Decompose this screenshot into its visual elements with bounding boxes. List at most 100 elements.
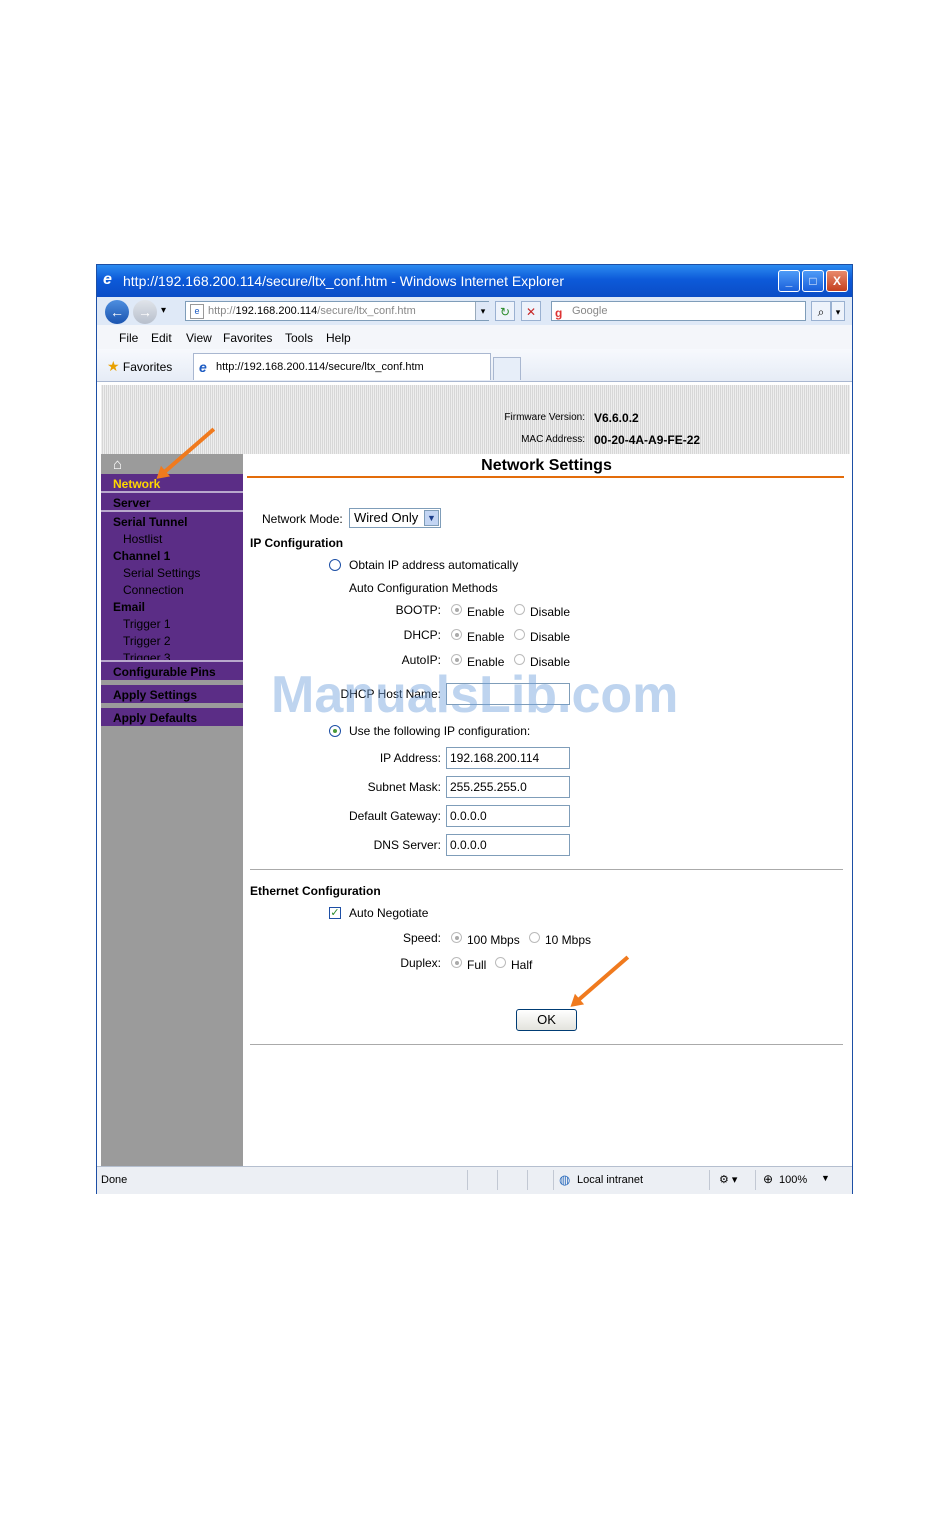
minimize-button[interactable]: _ (778, 270, 800, 292)
sidebar-item-server[interactable]: Server (113, 496, 150, 510)
network-mode-select[interactable]: Wired Only ▼ (349, 508, 441, 528)
gateway-input[interactable]: 0.0.0.0 (446, 805, 570, 827)
dhcp-enable-label: Enable (467, 630, 505, 644)
firmware-value: V6.6.0.2 (594, 411, 639, 425)
favorites-label: Favorites (122, 360, 173, 374)
menu-tools[interactable]: Tools (285, 331, 313, 345)
favorites-bar: ★ Favorites e http://192.168.200.114/sec… (97, 349, 852, 382)
bootp-enable-label: Enable (467, 605, 505, 619)
sidebar-item-configurable-pins[interactable]: Configurable Pins (113, 665, 216, 679)
chevron-down-icon: ▼ (424, 510, 439, 526)
menu-favorites[interactable]: Favorites (223, 331, 272, 345)
speed-10-label: 10 Mbps (545, 933, 592, 947)
auto-methods-label: Auto Configuration Methods (349, 581, 498, 595)
sidebar-item-serial-settings[interactable]: Serial Settings (123, 566, 200, 580)
page-icon: e (190, 304, 204, 319)
favorites-button[interactable]: ★ Favorites (107, 358, 172, 375)
sidebar-item-serial-tunnel[interactable]: Serial Tunnel (113, 515, 187, 529)
back-button[interactable]: ← (105, 300, 129, 324)
forward-button[interactable]: → (133, 300, 157, 324)
menu-bar: File Edit View Favorites Tools Help (97, 325, 852, 350)
auto-negotiate-checkbox[interactable]: ✓ (329, 907, 341, 919)
status-divider (467, 1170, 468, 1190)
sidebar-item-trigger-2[interactable]: Trigger 2 (123, 634, 171, 648)
star-icon: ★ (107, 358, 120, 374)
dhcp-label: DHCP: (403, 628, 441, 642)
sidebar-item-channel-1[interactable]: Channel 1 (113, 549, 170, 563)
sidebar-item-apply-settings[interactable]: Apply Settings (113, 688, 197, 702)
bootp-disable-radio[interactable] (514, 604, 525, 615)
browser-window: e http://192.168.200.114/secure/ltx_conf… (96, 264, 853, 1194)
ok-button[interactable]: OK (516, 1009, 577, 1031)
close-button[interactable]: X (826, 270, 848, 292)
use-following-label: Use the following IP configuration: (349, 724, 531, 738)
autoip-enable-radio[interactable] (451, 654, 462, 665)
address-path: /secure/ltx_conf.htm (317, 305, 416, 317)
protected-mode-icon[interactable]: ⚙ ▾ (719, 1173, 737, 1186)
speed-100-radio[interactable] (451, 932, 462, 943)
menu-edit[interactable]: Edit (151, 331, 172, 345)
speed-10-radio[interactable] (529, 932, 540, 943)
ip-address-input[interactable]: 192.168.200.114 (446, 747, 570, 769)
browser-tab[interactable]: e http://192.168.200.114/secure/ltx_conf… (193, 353, 491, 380)
new-tab-button[interactable] (493, 357, 521, 380)
use-following-radio[interactable] (329, 725, 341, 737)
dhcp-disable-label: Disable (530, 630, 571, 644)
menu-help[interactable]: Help (326, 331, 351, 345)
refresh-button[interactable]: ↻ (495, 301, 515, 321)
ip-config-heading: IP Configuration (250, 536, 344, 550)
sidebar-item-network[interactable]: Network (113, 477, 160, 491)
section-divider (250, 869, 843, 870)
menu-view[interactable]: View (186, 331, 212, 345)
dhcp-disable-radio[interactable] (514, 629, 525, 640)
ethernet-config-heading: Ethernet Configuration (250, 884, 381, 898)
dhcp-enable-radio[interactable] (451, 629, 462, 640)
bootp-disable-label: Disable (530, 605, 571, 619)
dns-server-label: DNS Server: (373, 838, 441, 852)
speed-label: Speed: (402, 931, 441, 945)
page-content: Firmware Version: V6.6.0.2 MAC Address: … (101, 385, 850, 1166)
title-bar: e http://192.168.200.114/secure/ltx_conf… (97, 265, 852, 297)
zoom-icon: ⊕ (763, 1172, 774, 1186)
gateway-label: Default Gateway: (348, 809, 441, 823)
duplex-half-radio[interactable] (495, 957, 506, 968)
duplex-full-radio[interactable] (451, 957, 462, 968)
sidebar-item-apply-defaults[interactable]: Apply Defaults (113, 711, 197, 725)
page-title: Network Settings (481, 457, 612, 474)
duplex-half-label: Half (511, 958, 533, 972)
title-underline (247, 476, 844, 478)
sidebar-item-email[interactable]: Email (113, 600, 145, 614)
duplex-full-label: Full (467, 958, 487, 972)
sidebar-item-connection[interactable]: Connection (123, 583, 184, 597)
search-input[interactable]: g Google (551, 301, 806, 321)
subnet-mask-input[interactable]: 255.255.255.0 (446, 776, 570, 798)
sidebar-item-trigger-1[interactable]: Trigger 1 (123, 617, 171, 631)
autoip-disable-radio[interactable] (514, 654, 525, 665)
status-divider (553, 1170, 554, 1190)
obtain-auto-radio[interactable] (329, 559, 341, 571)
sidebar-item-hostlist[interactable]: Hostlist (123, 532, 162, 546)
stop-button[interactable]: ✕ (521, 301, 541, 321)
status-divider (497, 1170, 498, 1190)
zone-text: Local intranet (577, 1174, 644, 1186)
search-go-button[interactable]: ⌕ (811, 301, 831, 321)
subnet-mask-label: Subnet Mask: (367, 780, 441, 794)
address-host: 192.168.200.114 (235, 305, 318, 317)
recent-pages-dropdown[interactable]: ▾ (161, 305, 166, 316)
menu-file[interactable]: File (119, 331, 138, 345)
zoom-dropdown-icon[interactable]: ▼ (821, 1173, 830, 1183)
firmware-label: Firmware Version: (504, 412, 585, 423)
address-dropdown-icon[interactable]: ▾ (475, 302, 490, 320)
address-bar[interactable]: e http://192.168.200.114/secure/ltx_conf… (185, 301, 489, 321)
ie-logo-icon: e (103, 271, 112, 288)
search-options-dropdown[interactable]: ▾ (831, 301, 845, 321)
maximize-button[interactable]: □ (802, 270, 824, 292)
zoom-level[interactable]: 100% (779, 1174, 807, 1186)
tab-title: http://192.168.200.114/secure/ltx_conf.h… (216, 361, 424, 373)
mac-value: 00-20-4A-A9-FE-22 (594, 433, 701, 447)
status-divider (709, 1170, 710, 1190)
dns-server-input[interactable]: 0.0.0.0 (446, 834, 570, 856)
bootp-enable-radio[interactable] (451, 604, 462, 615)
annotation-arrow-ok (573, 955, 630, 1005)
navigation-bar: ← → ▾ e http://192.168.200.114/secure/lt… (97, 297, 852, 326)
